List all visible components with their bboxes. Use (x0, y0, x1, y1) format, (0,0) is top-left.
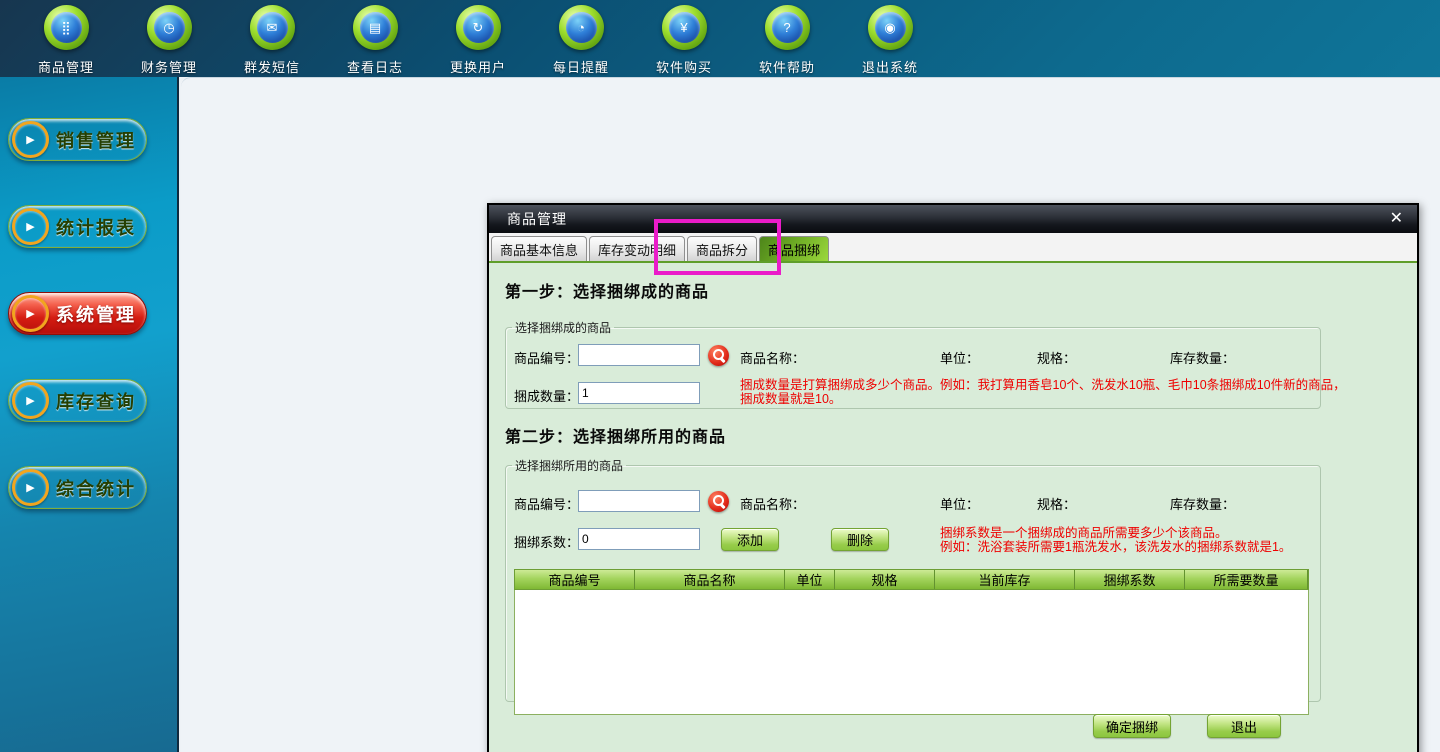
dialog-tab[interactable]: 库存变动明细 (589, 236, 685, 261)
toolbar-icon: ▤ (353, 5, 398, 50)
step1-help-text: 捆成数量是打算捆绑成多少个商品。例如：我打算用香皂10个、洗发水10瓶、毛巾10… (740, 378, 1346, 406)
arrow-badge-icon: ▶ (12, 382, 49, 419)
step2-product-code-input[interactable] (578, 490, 700, 512)
toolbar-icon: ✉ (250, 5, 295, 50)
arrow-badge-icon: ▶ (12, 469, 49, 506)
table-column-header: 规格 (835, 570, 935, 589)
toolbar-item[interactable]: ◔ 每日提醒 (531, 5, 631, 76)
product-name-label: 商品名称： (740, 348, 805, 367)
sidebar-button[interactable]: ▶ 系统管理 (8, 292, 147, 335)
sidebar-button[interactable]: ▶ 综合统计 (8, 466, 147, 509)
unit-label: 单位： (940, 348, 979, 367)
toolbar-icon: ◔ (559, 5, 604, 50)
table-column-header: 捆绑系数 (1075, 570, 1185, 589)
bundle-coef-input[interactable] (578, 528, 700, 550)
toolbar-item[interactable]: ⣿ 商品管理 (16, 5, 116, 76)
table-column-header: 当前库存 (935, 570, 1075, 589)
bundle-qty-label: 捆成数量： (514, 386, 579, 405)
arrow-badge-icon: ▶ (12, 208, 49, 245)
stock-label: 库存数量： (1170, 348, 1235, 367)
toolbar-icon: ◷ (147, 5, 192, 50)
table-column-header: 所需要数量 (1185, 570, 1308, 589)
product-code-label: 商品编号： (514, 494, 579, 513)
table-column-header: 商品名称 (635, 570, 785, 589)
toolbar-icon: ? (765, 5, 810, 50)
add-button[interactable]: 添加 (721, 528, 779, 551)
step2-group-label: 选择捆绑所用的商品 (512, 457, 626, 474)
search-icon[interactable] (708, 491, 729, 512)
toolbar-icon: ⣿ (44, 5, 89, 50)
spec-label: 规格： (1037, 494, 1076, 513)
toolbar-item[interactable]: ▤ 查看日志 (325, 5, 425, 76)
dialog-titlebar[interactable]: 商品管理 ✕ (489, 205, 1417, 233)
product-code-label: 商品编号： (514, 348, 579, 367)
product-name-label: 商品名称： (740, 494, 805, 513)
toolbar-item[interactable]: ◉ 退出系统 (840, 5, 940, 76)
sidebar: ▶ 销售管理 ▶ 统计报表 ▶ 系统管理 ▶ 库存查询 ▶ 综合统计 (0, 77, 179, 752)
bundle-tab-panel: 第一步：选择捆绑成的商品 选择捆绑成的商品 商品编号： 商品名称： 单位： 规格… (489, 263, 1417, 752)
table-header-row: 商品编号商品名称单位规格当前库存捆绑系数所需要数量 (514, 569, 1309, 590)
step1-heading: 第一步：选择捆绑成的商品 (505, 278, 709, 302)
toolbar-item[interactable]: ¥ 软件购买 (634, 5, 734, 76)
spec-label: 规格： (1037, 348, 1076, 367)
table-column-header: 商品编号 (515, 570, 635, 589)
step1-group-label: 选择捆绑成的商品 (512, 319, 614, 336)
exit-button[interactable]: 退出 (1207, 714, 1281, 738)
dialog-title: 商品管理 (507, 209, 1386, 229)
arrow-badge-icon: ▶ (12, 295, 49, 332)
bundle-coef-label: 捆绑系数： (514, 532, 579, 551)
toolbar-item[interactable]: ↻ 更换用户 (428, 5, 528, 76)
step2-group: 选择捆绑所用的商品 商品编号： 商品名称： 单位： 规格： 库存数量： 捆绑系数… (505, 457, 1321, 702)
search-icon[interactable] (708, 345, 729, 366)
unit-label: 单位： (940, 494, 979, 513)
arrow-badge-icon: ▶ (12, 121, 49, 158)
toolbar-icon: ◉ (868, 5, 913, 50)
bundle-items-table: 商品编号商品名称单位规格当前库存捆绑系数所需要数量 (514, 569, 1309, 715)
sidebar-button[interactable]: ▶ 统计报表 (8, 205, 147, 248)
toolbar-item[interactable]: ◷ 财务管理 (119, 5, 219, 76)
bundle-qty-input[interactable] (578, 382, 700, 404)
step1-group: 选择捆绑成的商品 商品编号： 商品名称： 单位： 规格： 库存数量： 捆成数量：… (505, 319, 1321, 409)
product-management-dialog: 商品管理 ✕ 商品基本信息库存变动明细商品拆分商品捆绑 第一步：选择捆绑成的商品… (487, 203, 1419, 752)
close-icon[interactable]: ✕ (1386, 211, 1407, 227)
toolbar-icon: ¥ (662, 5, 707, 50)
toolbar-icon: ↻ (456, 5, 501, 50)
dialog-tab[interactable]: 商品拆分 (687, 236, 757, 261)
toolbar-item[interactable]: ✉ 群发短信 (222, 5, 322, 76)
confirm-bundle-button[interactable]: 确定捆绑 (1093, 714, 1171, 738)
toolbar-item[interactable]: ? 软件帮助 (737, 5, 837, 76)
dialog-tab[interactable]: 商品基本信息 (491, 236, 587, 261)
step2-heading: 第二步：选择捆绑所用的商品 (505, 423, 726, 447)
sidebar-button[interactable]: ▶ 库存查询 (8, 379, 147, 422)
step1-product-code-input[interactable] (578, 344, 700, 366)
table-column-header: 单位 (785, 570, 835, 589)
sidebar-button[interactable]: ▶ 销售管理 (8, 118, 147, 161)
stock-label: 库存数量： (1170, 494, 1235, 513)
table-body[interactable] (514, 590, 1309, 715)
delete-button[interactable]: 删除 (831, 528, 889, 551)
dialog-tab[interactable]: 商品捆绑 (759, 236, 829, 261)
dialog-tabs: 商品基本信息库存变动明细商品拆分商品捆绑 (489, 233, 1417, 263)
step2-help-text: 捆绑系数是一个捆绑成的商品所需要多少个该商品。 例如：洗浴套装所需要1瓶洗发水，… (940, 526, 1291, 554)
top-toolbar: ⣿ 商品管理 ◷ 财务管理 ✉ 群发短信 ▤ 查看日志 ↻ 更换用户 (0, 0, 1440, 77)
